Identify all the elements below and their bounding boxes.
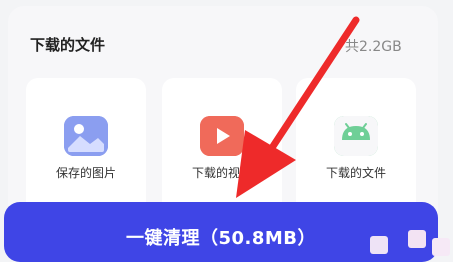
decorative-square [370, 236, 388, 254]
tile-label: 保存的图片 [55, 166, 116, 180]
video-play-icon [200, 116, 244, 156]
android-icon [334, 116, 378, 156]
tile-label: 下载的视频 [191, 166, 252, 180]
decorative-square [432, 238, 450, 256]
decorative-square [408, 230, 426, 248]
image-icon [64, 116, 108, 156]
tile-label: 下载的文件 [325, 166, 386, 180]
section-title: 下载的文件 [30, 36, 106, 54]
total-size-label: 共2.2GB [345, 39, 402, 55]
